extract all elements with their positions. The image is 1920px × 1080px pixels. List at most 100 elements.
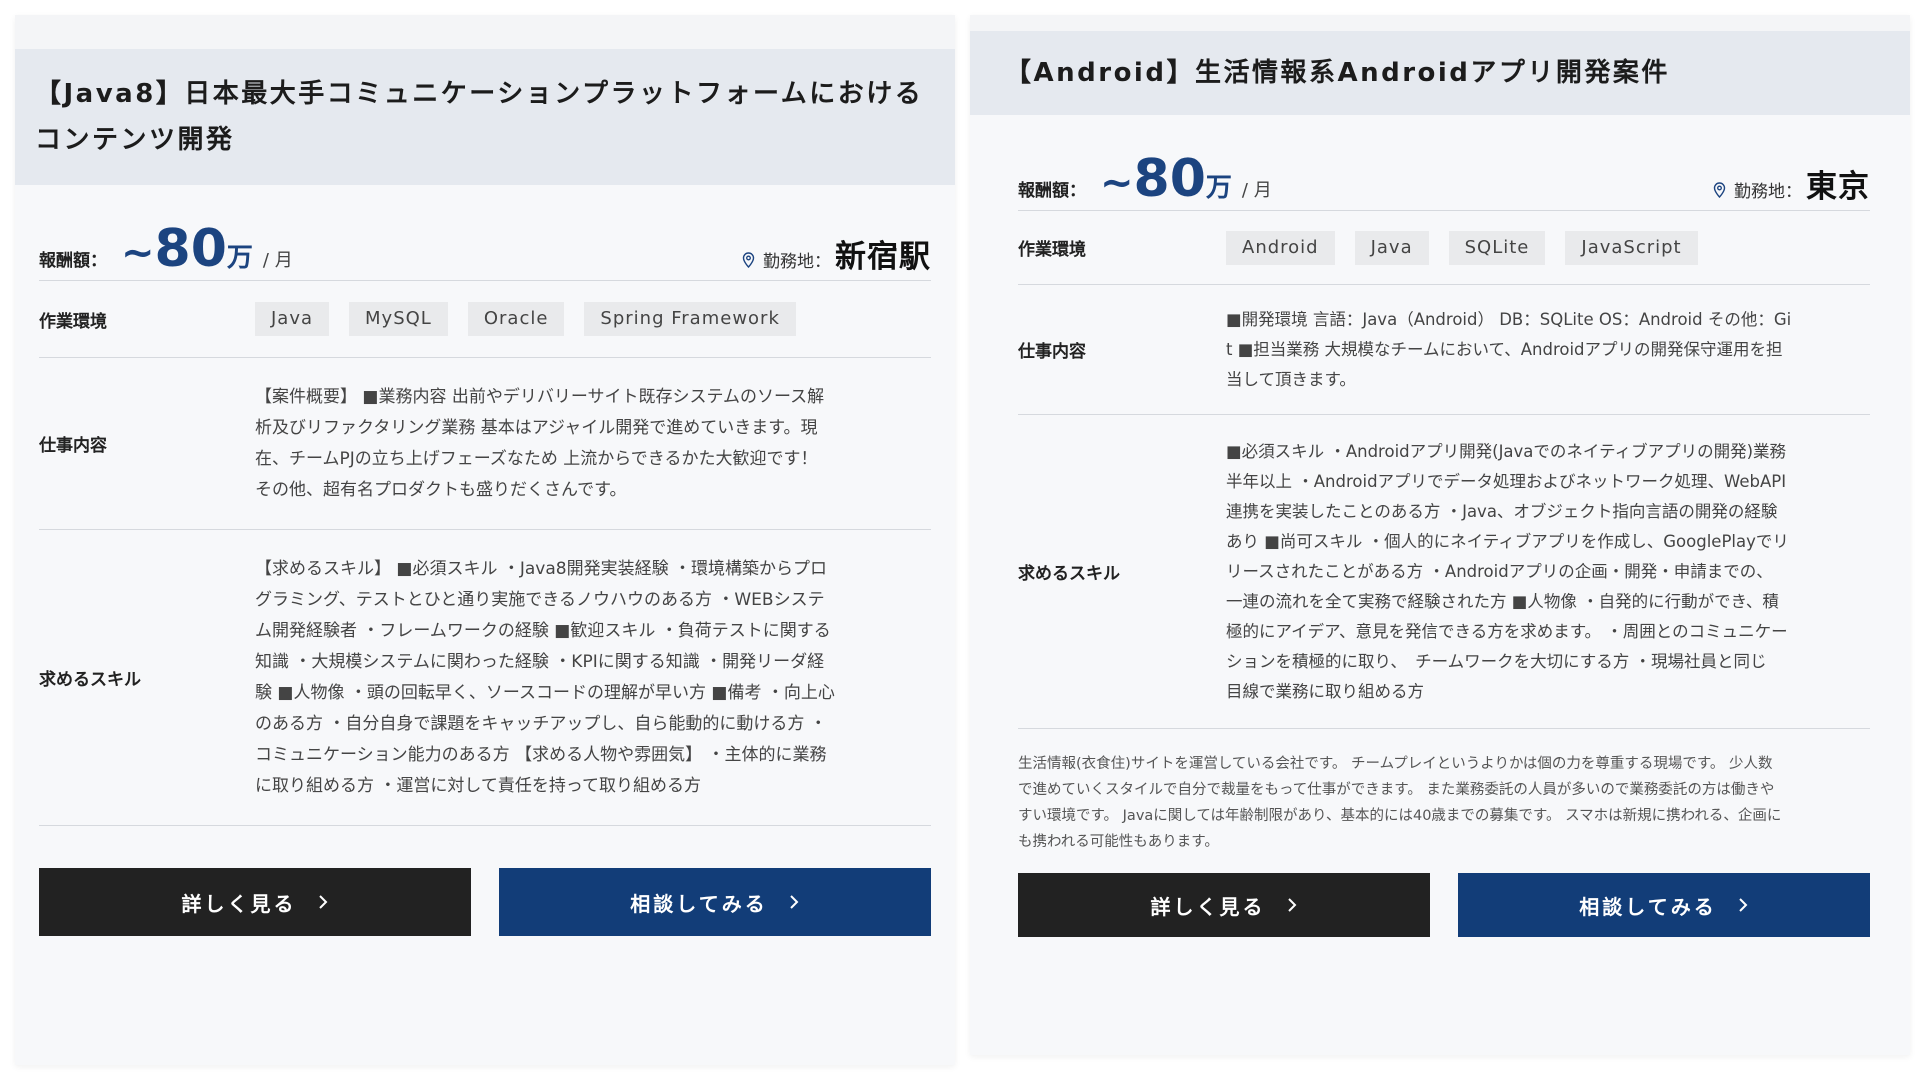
tag-list: Java MySQL Oracle Spring Framework [255,302,796,336]
card-title: 【Java8】日本最大手コミュニケーションプラットフォームにおける コンテンツ開… [35,71,923,163]
job-row: 仕事内容 ■開発環境 言語：Java（Android） DB：SQLite OS… [1018,285,1870,415]
tag: MySQL [349,302,448,336]
card-header: 【Android】生活情報系Androidアプリ開発案件 [970,31,1910,115]
text-line: 【案件概要】 ■業務内容 出前やデリバリーサイト既存システムのソース解 [255,386,825,407]
detail-button-label: 詳しく見る [181,891,297,916]
detail-button[interactable]: 詳しく見る [1018,873,1430,937]
text-line: 知識 ・大規模システムに関わった経験 ・KPIに関する知識 ・開発リーダ経 [255,651,825,672]
location-label: 勤務地： [763,252,831,272]
text-line: リースされたことがある方 ・Androidアプリの企画・開発・申請までの、 [1226,561,1773,581]
text-line: 験 ■人物像 ・頭の回転早く、ソースコードの理解が早い方 ■備考 ・向上心 [255,682,835,703]
text-line: グラミング、テストとひと通り実施できるノウハウのある方 ・WEBシステ [255,589,825,610]
card-title-line1: 【Java8】日本最大手コミュニケーションプラットフォームにおける [35,79,924,109]
text-line: 析及びリファクタリング業務 基本はアジャイル開発で進めていきます。現 [255,417,818,438]
env-row: 作業環境 Android Java SQLite JavaScript [1018,211,1870,285]
skill-row: 求めるスキル ■必須スキル ・Androidアプリ開発(Javaでのネイティブア… [1018,415,1870,729]
consult-button-label: 相談してみる [630,891,768,916]
text-line: で進めていくスタイルで自分で裁量をもって仕事ができます。 また業務委託の人員が多… [1018,782,1775,798]
chevron-right-icon [1738,898,1748,912]
salary-unit: 万 [1205,173,1232,203]
card-title: 【Android】生活情報系Androidアプリ開発案件 [1005,58,1670,88]
text-line: 当して頂きます。 [1226,369,1356,389]
salary-per: / 月 [262,250,293,271]
text-line: 一連の流れを全て実務で経験された方 ■人物像 ・自発的に行動ができ、積 [1226,591,1779,611]
job-description: ■開発環境 言語：Java（Android） DB：SQLite OS：Andr… [1226,305,1791,395]
card-body: 報酬額： ~ 80 万 / 月 勤務地： 東京 作業環境 Android Jav… [970,115,1910,937]
salary-tilde: ~ [121,230,155,276]
skill-description: ■必須スキル ・Androidアプリ開発(Javaでのネイティブアプリの開発)業… [1226,437,1789,707]
salary-value: 80 [1133,149,1206,209]
skill-description: 【求めるスキル】 ■必須スキル ・Java8開発実装経験 ・環境構築からプロ グ… [255,554,835,802]
card-header: 【Java8】日本最大手コミュニケーションプラットフォームにおける コンテンツ開… [15,49,955,185]
job-label: 仕事内容 [1018,342,1086,362]
card-body: 報酬額： ~ 80 万 / 月 勤務地： 新宿駅 作業環境 Java MySQL… [15,185,955,936]
salary: 報酬額： ~ 80 万 / 月 [1018,153,1272,206]
env-label: 作業環境 [39,311,107,332]
text-line: ■必須スキル ・Androidアプリ開発(Javaでのネイティブアプリの開発)業… [1226,441,1787,461]
job-card-android: 【Android】生活情報系Androidアプリ開発案件 報酬額： ~ 80 万… [970,15,1910,1055]
skill-label: 求めるスキル [1018,564,1120,584]
skill-row: 求めるスキル 【求めるスキル】 ■必須スキル ・Java8開発実装経験 ・環境構… [39,530,931,826]
text-line: 極的にアイデア、意見を発信できる方を求めます。 ・周囲とのコミュニケー [1226,621,1788,641]
text-line: に取り組める方 ・運営に対して責任を持って取り組める方 [255,775,702,796]
env-row: 作業環境 Java MySQL Oracle Spring Framework [39,281,931,358]
button-row: 詳しく見る 相談してみる [1018,873,1870,937]
text-line: 【求めるスキル】 ■必須スキル ・Java8開発実装経験 ・環境構築からプロ [255,558,827,579]
location-value: 新宿駅 [835,239,931,275]
tag: Java [255,302,330,336]
text-line: t ■担当業務 大規模なチームにおいて、Androidアプリの開発保守運用を担 [1226,339,1783,359]
chevron-right-icon [1287,898,1296,912]
salary: 報酬額： ~ 80 万 / 月 [39,223,293,276]
tag: JavaScript [1565,230,1698,265]
text-line: のある方 ・自分自身で課題をキャッチアップし、自ら能動的に動ける方 ・ [255,713,827,734]
location: 勤務地： 東京 [1713,161,1870,206]
location-label: 勤務地： [1734,182,1802,202]
text-line: その他、超有名プロダクトも盛りだくさんです。 [255,479,627,500]
job-label: 仕事内容 [39,436,107,456]
salary-per: / 月 [1241,180,1272,201]
salary-row: 報酬額： ~ 80 万 / 月 勤務地： 新宿駅 [39,223,931,281]
detail-button[interactable]: 詳しく見る [39,868,471,936]
salary-label: 報酬額： [39,251,107,271]
text-line: あり ■尚可スキル ・個人的にネイティブアプリを作成し、GooglePlayでリ [1226,531,1789,551]
job-row: 仕事内容 【案件概要】 ■業務内容 出前やデリバリーサイト既存システムのソース解… [39,358,931,530]
tag: SQLite [1448,230,1546,265]
text-line: すい環境です。 Javaに関しては年齢制限があり、基本的には40歳までの募集です… [1018,808,1782,824]
tag: Spring Framework [584,302,796,336]
detail-button-label: 詳しく見る [1150,894,1266,919]
text-line: 目線で業務に取り組める方 [1226,681,1424,701]
text-line: ションを積極的に取り、 チームワークを大切にする方 ・現場社員と同じ [1226,651,1767,671]
text-line: ム開発経験者 ・フレームワークの経験 ■歓迎スキル ・負荷テストに関する [255,620,831,641]
text-line: コミュニケーション能力のある方 【求める人物や雰囲気】 ・主体的に業務 [255,744,827,765]
salary-row: 報酬額： ~ 80 万 / 月 勤務地： 東京 [1018,153,1870,211]
salary-unit: 万 [226,243,253,273]
skill-label: 求めるスキル [39,670,141,690]
text-line: ■開発環境 言語：Java（Android） DB：SQLite OS：Andr… [1226,309,1792,329]
tag: Android [1226,230,1335,265]
consult-button[interactable]: 相談してみる [499,868,931,936]
env-label: 作業環境 [1018,240,1086,260]
salary-tilde: ~ [1100,160,1134,206]
map-pin-icon [742,252,755,268]
company-note: 生活情報(衣食住)サイトを運営している会社です。 チームプレイというよりかは個の… [1018,729,1870,865]
text-line: 生活情報(衣食住)サイトを運営している会社です。 チームプレイというよりかは個の… [1018,756,1773,772]
location-value: 東京 [1806,169,1870,205]
tag-list: Android Java SQLite JavaScript [1226,230,1698,265]
button-row: 詳しく見る 相談してみる [39,868,931,936]
card-top-strip [15,15,955,49]
tag: Java [1354,230,1429,265]
text-line: 在、チームPJの立ち上げフェーズなため 上流からできるかた大歓迎です！ [255,448,818,469]
map-pin-icon [1713,182,1726,198]
job-card-java8: 【Java8】日本最大手コミュニケーションプラットフォームにおける コンテンツ開… [15,15,955,1065]
tag: Oracle [467,302,565,336]
salary-label: 報酬額： [1018,181,1086,201]
salary-value: 80 [154,219,227,279]
location: 勤務地： 新宿駅 [742,231,931,276]
card-title-line2: コンテンツ開発 [35,125,235,155]
consult-button[interactable]: 相談してみる [1458,873,1870,937]
text-line: 連携を実装したことのある方 ・Java、オブジェクト指向言語の開発の経験 [1226,501,1778,521]
job-description: 【案件概要】 ■業務内容 出前やデリバリーサイト既存システムのソース解 析及びリ… [255,382,824,506]
chevron-right-icon [318,895,327,909]
card-top-strip [970,15,1910,31]
chevron-right-icon [789,895,799,909]
